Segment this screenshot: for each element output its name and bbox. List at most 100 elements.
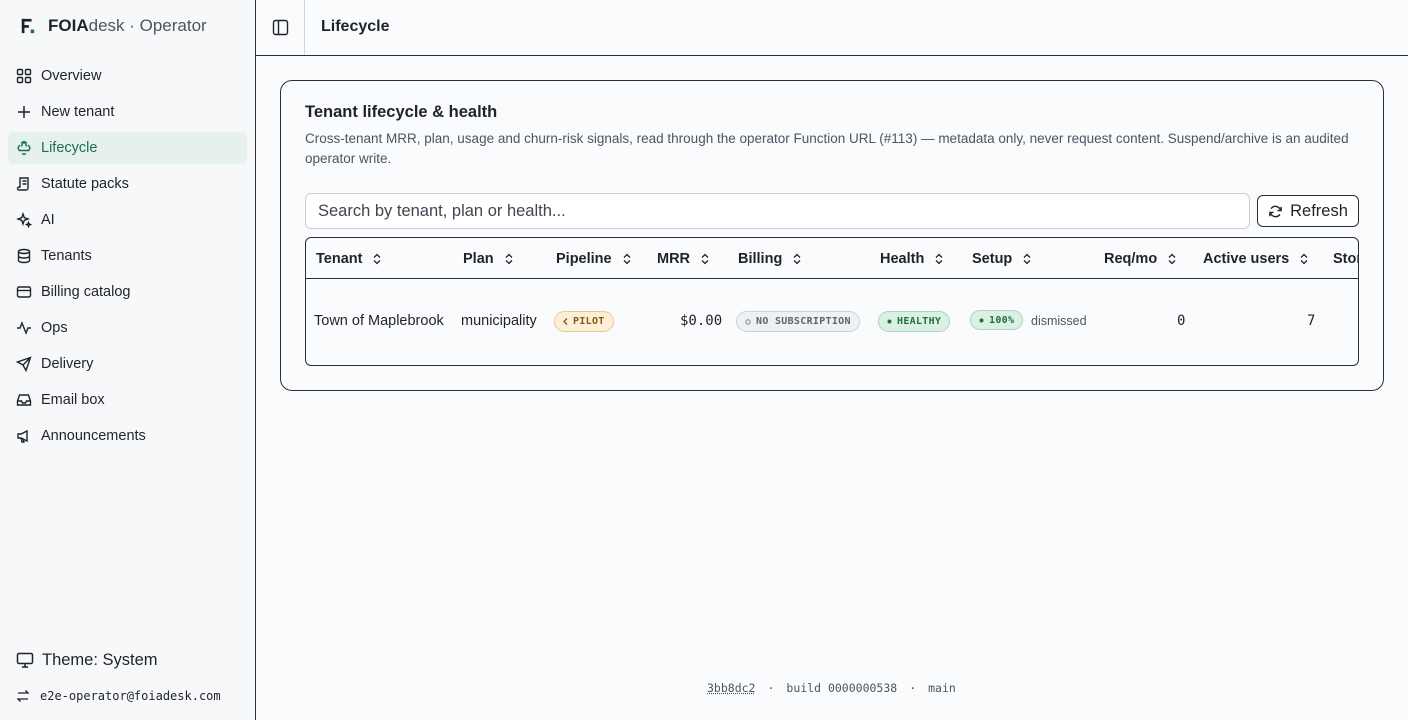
pipeline-badge: PILOT xyxy=(554,311,614,332)
branch-name: main xyxy=(928,681,956,695)
sort-icon xyxy=(701,253,709,265)
sort-icon xyxy=(935,253,943,265)
sort-icon xyxy=(793,253,801,265)
tenant-table: Tenant Plan Pipeline MRR Billing Health … xyxy=(305,237,1359,366)
theme-switcher[interactable]: Theme: System xyxy=(16,648,158,672)
database-icon xyxy=(17,248,31,264)
sidebar-item-tenants[interactable]: Tenants xyxy=(8,240,247,272)
cell-mrr: $0.00 xyxy=(680,313,723,329)
badge-label: 100% xyxy=(989,314,1015,326)
column-header-tenant[interactable]: Tenant xyxy=(316,250,382,268)
sidebar-item-delivery[interactable]: Delivery xyxy=(8,348,247,380)
search-input[interactable] xyxy=(305,193,1250,229)
sidebar-item-ops[interactable]: Ops xyxy=(8,312,247,344)
cell-tenant[interactable]: Town of Maplebrook xyxy=(314,313,444,329)
sort-icon xyxy=(1300,253,1308,265)
plus-icon xyxy=(18,106,30,118)
brand[interactable]: FOIAdesk · Operator xyxy=(20,14,207,38)
column-label: Plan xyxy=(463,251,494,267)
column-header-health[interactable]: Health xyxy=(880,250,944,268)
cell-plan: municipality xyxy=(461,313,537,329)
column-label: Health xyxy=(880,251,925,267)
separator: · xyxy=(909,681,917,695)
build-number: build 0000000538 xyxy=(786,681,898,695)
sort-icon xyxy=(1023,253,1031,265)
scroll-icon xyxy=(16,177,29,191)
sidebar-item-label: AI xyxy=(41,212,55,228)
sidebar-item-new-tenant[interactable]: New tenant xyxy=(8,96,247,128)
sidebar-item-label: Overview xyxy=(41,68,102,84)
sidebar-item-lifecycle[interactable]: Lifecycle xyxy=(8,132,247,164)
column-header-billing[interactable]: Billing xyxy=(738,250,802,268)
credit-card-icon xyxy=(16,286,32,298)
health-badge: HEALTHY xyxy=(878,311,951,332)
activity-icon xyxy=(17,321,31,335)
sidebar-item-ai[interactable]: AI xyxy=(8,204,247,236)
commit-hash[interactable]: 3bb8dc2 xyxy=(707,681,755,697)
dot-icon xyxy=(979,318,984,322)
sidebar-item-overview[interactable]: Overview xyxy=(8,60,247,92)
refresh-button[interactable]: Refresh xyxy=(1257,195,1359,227)
user-email: e2e-operator@foiadesk.com xyxy=(40,689,221,703)
user-account[interactable]: e2e-operator@foiadesk.com xyxy=(16,686,221,706)
column-label: Tenant xyxy=(316,251,363,267)
setup-badge: 100% xyxy=(970,310,1024,330)
sort-icon xyxy=(373,253,381,265)
card-title: Tenant lifecycle & health xyxy=(305,103,498,121)
column-label: Req/mo xyxy=(1104,251,1158,267)
sidebar-item-label: Announcements xyxy=(41,428,146,444)
cell-active-users: 7 xyxy=(1307,313,1316,329)
sidebar-item-email-box[interactable]: Email box xyxy=(8,384,247,416)
table-row[interactable]: Town of Maplebrook municipality PILOT $0… xyxy=(306,280,1358,365)
panel-left-icon xyxy=(272,19,288,36)
sort-icon xyxy=(623,253,631,265)
card-description: Cross-tenant MRR, plan, usage and churn-… xyxy=(305,131,1349,166)
column-label: Pipeline xyxy=(556,251,612,267)
sidebar-item-label: Billing catalog xyxy=(41,284,131,300)
monitor-icon xyxy=(16,652,34,668)
table-header: Tenant Plan Pipeline MRR Billing Health … xyxy=(306,238,1358,279)
column-header-storage[interactable]: Storage xyxy=(1333,250,1358,268)
sidebar-item-label: Delivery xyxy=(41,356,94,372)
switch-arrows-icon xyxy=(16,690,30,702)
topbar: Lifecycle xyxy=(256,0,1408,56)
theme-label: Theme: System xyxy=(42,650,158,669)
column-header-req-mo[interactable]: Req/mo xyxy=(1104,250,1177,268)
refresh-label: Refresh xyxy=(1290,201,1348,220)
billing-badge: NO SUBSCRIPTION xyxy=(736,311,860,332)
column-label: Setup xyxy=(972,251,1013,267)
sidebar-item-label: Statute packs xyxy=(41,176,129,192)
separator: · xyxy=(767,681,775,695)
sidebar-item-label: Email box xyxy=(41,392,105,408)
page-title: Lifecycle xyxy=(321,18,390,35)
sparkles-icon xyxy=(16,212,32,228)
column-header-pipeline[interactable]: Pipeline xyxy=(556,250,632,268)
grid-icon xyxy=(16,68,32,84)
sidebar-item-announcements[interactable]: Announcements xyxy=(8,420,247,452)
sidebar-item-billing-catalog[interactable]: Billing catalog xyxy=(8,276,247,308)
sort-icon xyxy=(505,253,513,265)
column-label: Billing xyxy=(738,251,783,267)
sidebar-item-label: Lifecycle xyxy=(41,140,98,156)
sidebar-item-label: New tenant xyxy=(41,104,115,120)
column-header-mrr[interactable]: MRR xyxy=(657,250,710,268)
sidebar-item-statute-packs[interactable]: Statute packs xyxy=(8,168,247,200)
send-icon xyxy=(16,356,32,372)
column-label: Active users xyxy=(1203,251,1290,267)
sidebar-toggle-button[interactable] xyxy=(256,0,305,55)
sort-icon xyxy=(1168,253,1176,265)
column-header-plan[interactable]: Plan xyxy=(463,250,514,268)
sidebar-item-label: Tenants xyxy=(41,248,92,264)
lifecycle-card: Tenant lifecycle & health Cross-tenant M… xyxy=(280,80,1384,391)
badge-label: PILOT xyxy=(573,316,605,327)
column-header-active-users[interactable]: Active users xyxy=(1203,250,1309,268)
sidebar-item-label: Ops xyxy=(41,320,68,336)
inbox-icon xyxy=(16,394,32,406)
cell-req-mo: 0 xyxy=(1177,313,1186,329)
chevron-left-icon xyxy=(563,318,568,325)
column-header-setup[interactable]: Setup xyxy=(972,250,1032,268)
sidebar-nav: Overview New tenant Lifecycle Statute pa… xyxy=(8,60,247,456)
setup-note: dismissed xyxy=(1031,314,1087,328)
refresh-icon xyxy=(1269,205,1282,217)
logo-icon xyxy=(20,16,38,36)
